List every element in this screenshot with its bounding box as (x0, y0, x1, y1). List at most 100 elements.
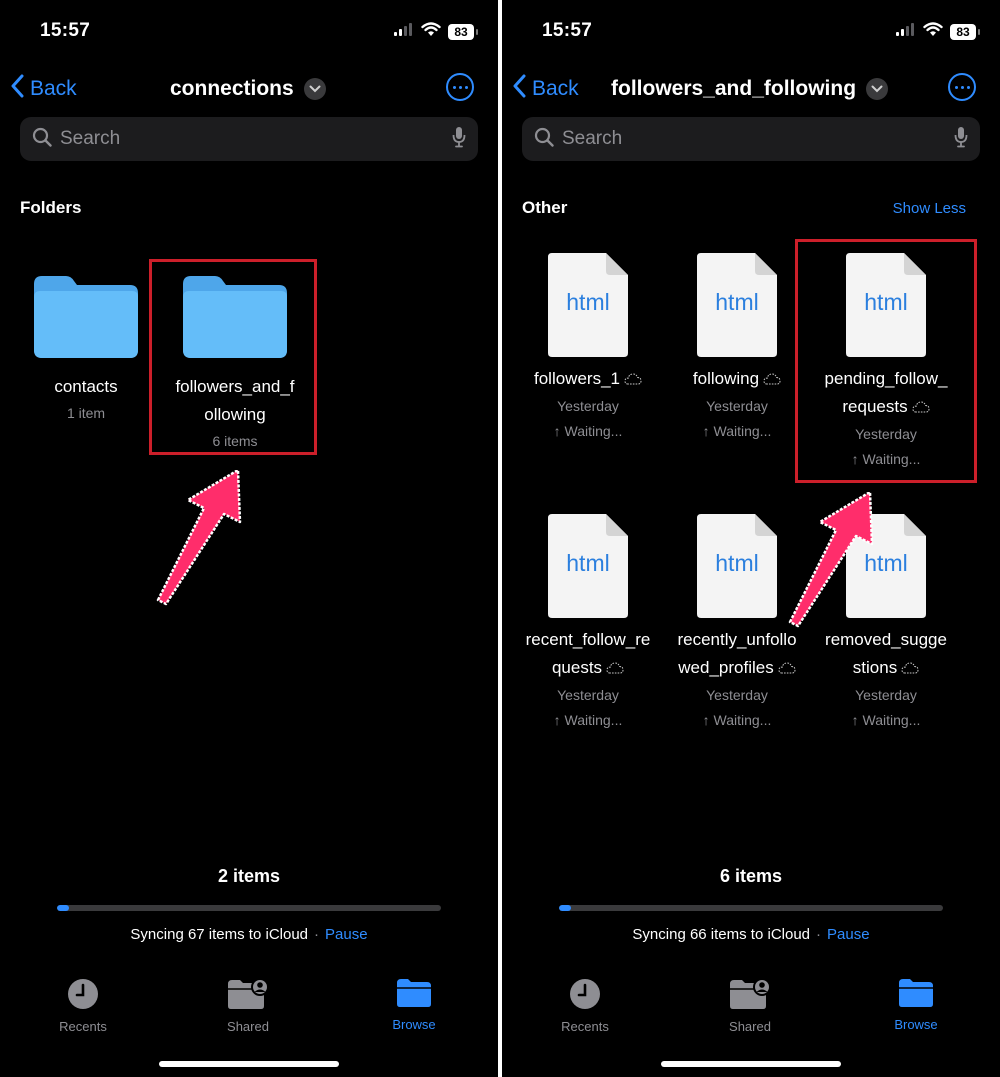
items-count: 2 items (217, 866, 281, 886)
right-screen: 15:57 83 Back followers_and_following Se… (502, 0, 1000, 1077)
item-name-line-2: wed_profiles (678, 658, 774, 677)
folder-icon (898, 978, 934, 1013)
item-name-line-1: recently_unfollo (677, 630, 797, 649)
nav-title-menu[interactable]: followers_and_following (611, 74, 889, 104)
back-button[interactable]: Back (10, 74, 77, 104)
home-indicator[interactable] (661, 1061, 841, 1067)
sync-progress-fill (559, 905, 571, 911)
pause-button[interactable]: Pause (827, 926, 870, 943)
more-icon (452, 85, 456, 89)
search-field[interactable]: Search (522, 117, 980, 161)
back-label: Back (532, 77, 579, 100)
page-title: connections (170, 77, 294, 100)
item-name-line-1: followers_1 (534, 369, 620, 388)
item-date: Yesterday (706, 398, 768, 414)
tab-browse[interactable]: Browse (364, 978, 464, 1032)
more-options-button[interactable] (446, 73, 474, 101)
pointer-arrow-icon (788, 492, 874, 628)
back-label: Back (30, 77, 77, 100)
item-date: Yesterday (855, 687, 917, 703)
clock-icon (569, 978, 601, 1015)
wifi-icon (923, 22, 943, 42)
folder-icon (396, 978, 432, 1013)
item-name: contacts (54, 377, 118, 396)
item-status: ↑ Waiting... (553, 712, 623, 728)
tab-recents[interactable]: Recents (33, 978, 133, 1034)
item-name: followers_1 (534, 365, 642, 394)
html-file-icon: html (548, 514, 628, 618)
tab-label: Recents (59, 1019, 107, 1034)
nav-title-menu[interactable]: connections (170, 74, 326, 104)
tab-label: Shared (227, 1019, 269, 1034)
section-title: Folders (20, 198, 82, 217)
file-type-label: html (566, 550, 610, 576)
microphone-icon[interactable] (954, 126, 968, 153)
search-field[interactable]: Search (20, 117, 478, 161)
icloud-upload-icon (901, 655, 919, 683)
wifi-icon (421, 22, 441, 42)
search-input[interactable]: Search (562, 128, 946, 150)
status-icons: 83 (896, 22, 980, 42)
file-item-recent-follow-requests[interactable]: html recent_follow_re quests Yesterday ↑… (513, 514, 663, 733)
item-name: following (693, 365, 781, 394)
file-type-label: html (715, 289, 759, 315)
status-time: 15:57 (542, 20, 593, 41)
file-type-label: html (566, 289, 610, 315)
tab-label: Browse (392, 1017, 436, 1032)
back-button[interactable]: Back (512, 74, 579, 104)
battery-icon: 83 (448, 24, 478, 40)
item-status: ↑ Waiting... (553, 423, 623, 439)
tab-label: Shared (729, 1019, 771, 1034)
item-name-line-1: recent_follow_re (525, 630, 651, 649)
item-status: ↑ Waiting... (851, 712, 921, 728)
item-date: Yesterday (557, 687, 619, 703)
item-date: Yesterday (557, 398, 619, 414)
separator-dot: · (816, 926, 822, 943)
sync-status: Syncing 66 items to iCloud · Pause (502, 926, 1000, 943)
folder-icon (30, 272, 142, 367)
left-screen: 15:57 83 Back connections Search Folders (0, 0, 498, 1077)
cellular-signal-icon (896, 23, 916, 41)
pause-button[interactable]: Pause (325, 926, 368, 943)
show-less-button[interactable]: Show Less (893, 200, 966, 217)
html-file-icon: html (548, 253, 628, 357)
file-item-followers-1[interactable]: html followers_1 Yesterday ↑ Waiting... (513, 253, 663, 444)
item-status: ↑ Waiting... (702, 712, 772, 728)
pointer-arrow-icon (156, 470, 242, 606)
status-time: 15:57 (40, 20, 91, 41)
cellular-signal-icon (394, 23, 414, 41)
more-icon (954, 85, 958, 89)
status-icons: 83 (394, 22, 478, 42)
home-indicator[interactable] (159, 1061, 339, 1067)
section-title: Other (522, 198, 568, 217)
item-name-line-2: stions (852, 658, 898, 677)
icloud-upload-icon (763, 366, 781, 394)
icloud-upload-icon (778, 655, 796, 683)
shared-folder-icon (227, 978, 269, 1015)
icloud-upload-icon (624, 366, 642, 394)
tab-recents[interactable]: Recents (535, 978, 635, 1034)
items-count: 6 items (719, 866, 783, 886)
clock-icon (67, 978, 99, 1015)
search-input[interactable]: Search (60, 128, 444, 150)
more-options-button[interactable] (948, 73, 976, 101)
item-status: ↑ Waiting... (702, 423, 772, 439)
tab-shared[interactable]: Shared (198, 978, 298, 1034)
file-item-following[interactable]: html following Yesterday ↑ Waiting... (662, 253, 812, 444)
microphone-icon[interactable] (452, 126, 466, 153)
tab-shared[interactable]: Shared (700, 978, 800, 1034)
item-name: recent_follow_re quests (526, 626, 651, 683)
highlight-box (795, 239, 977, 483)
shared-folder-icon (729, 978, 771, 1015)
item-name: removed_sugge stions (825, 626, 947, 683)
file-type-label: html (715, 550, 759, 576)
item-name-line-2: quests (551, 658, 603, 677)
folder-item-contacts[interactable]: contacts 1 item (11, 272, 161, 426)
search-icon (32, 127, 52, 152)
sync-text: Syncing 66 items to iCloud (632, 926, 811, 943)
tab-browse[interactable]: Browse (866, 978, 966, 1032)
sync-text: Syncing 67 items to iCloud (130, 926, 309, 943)
sync-progress-bar (57, 905, 441, 911)
html-file-icon: html (697, 514, 777, 618)
page-title: followers_and_following (611, 77, 857, 100)
